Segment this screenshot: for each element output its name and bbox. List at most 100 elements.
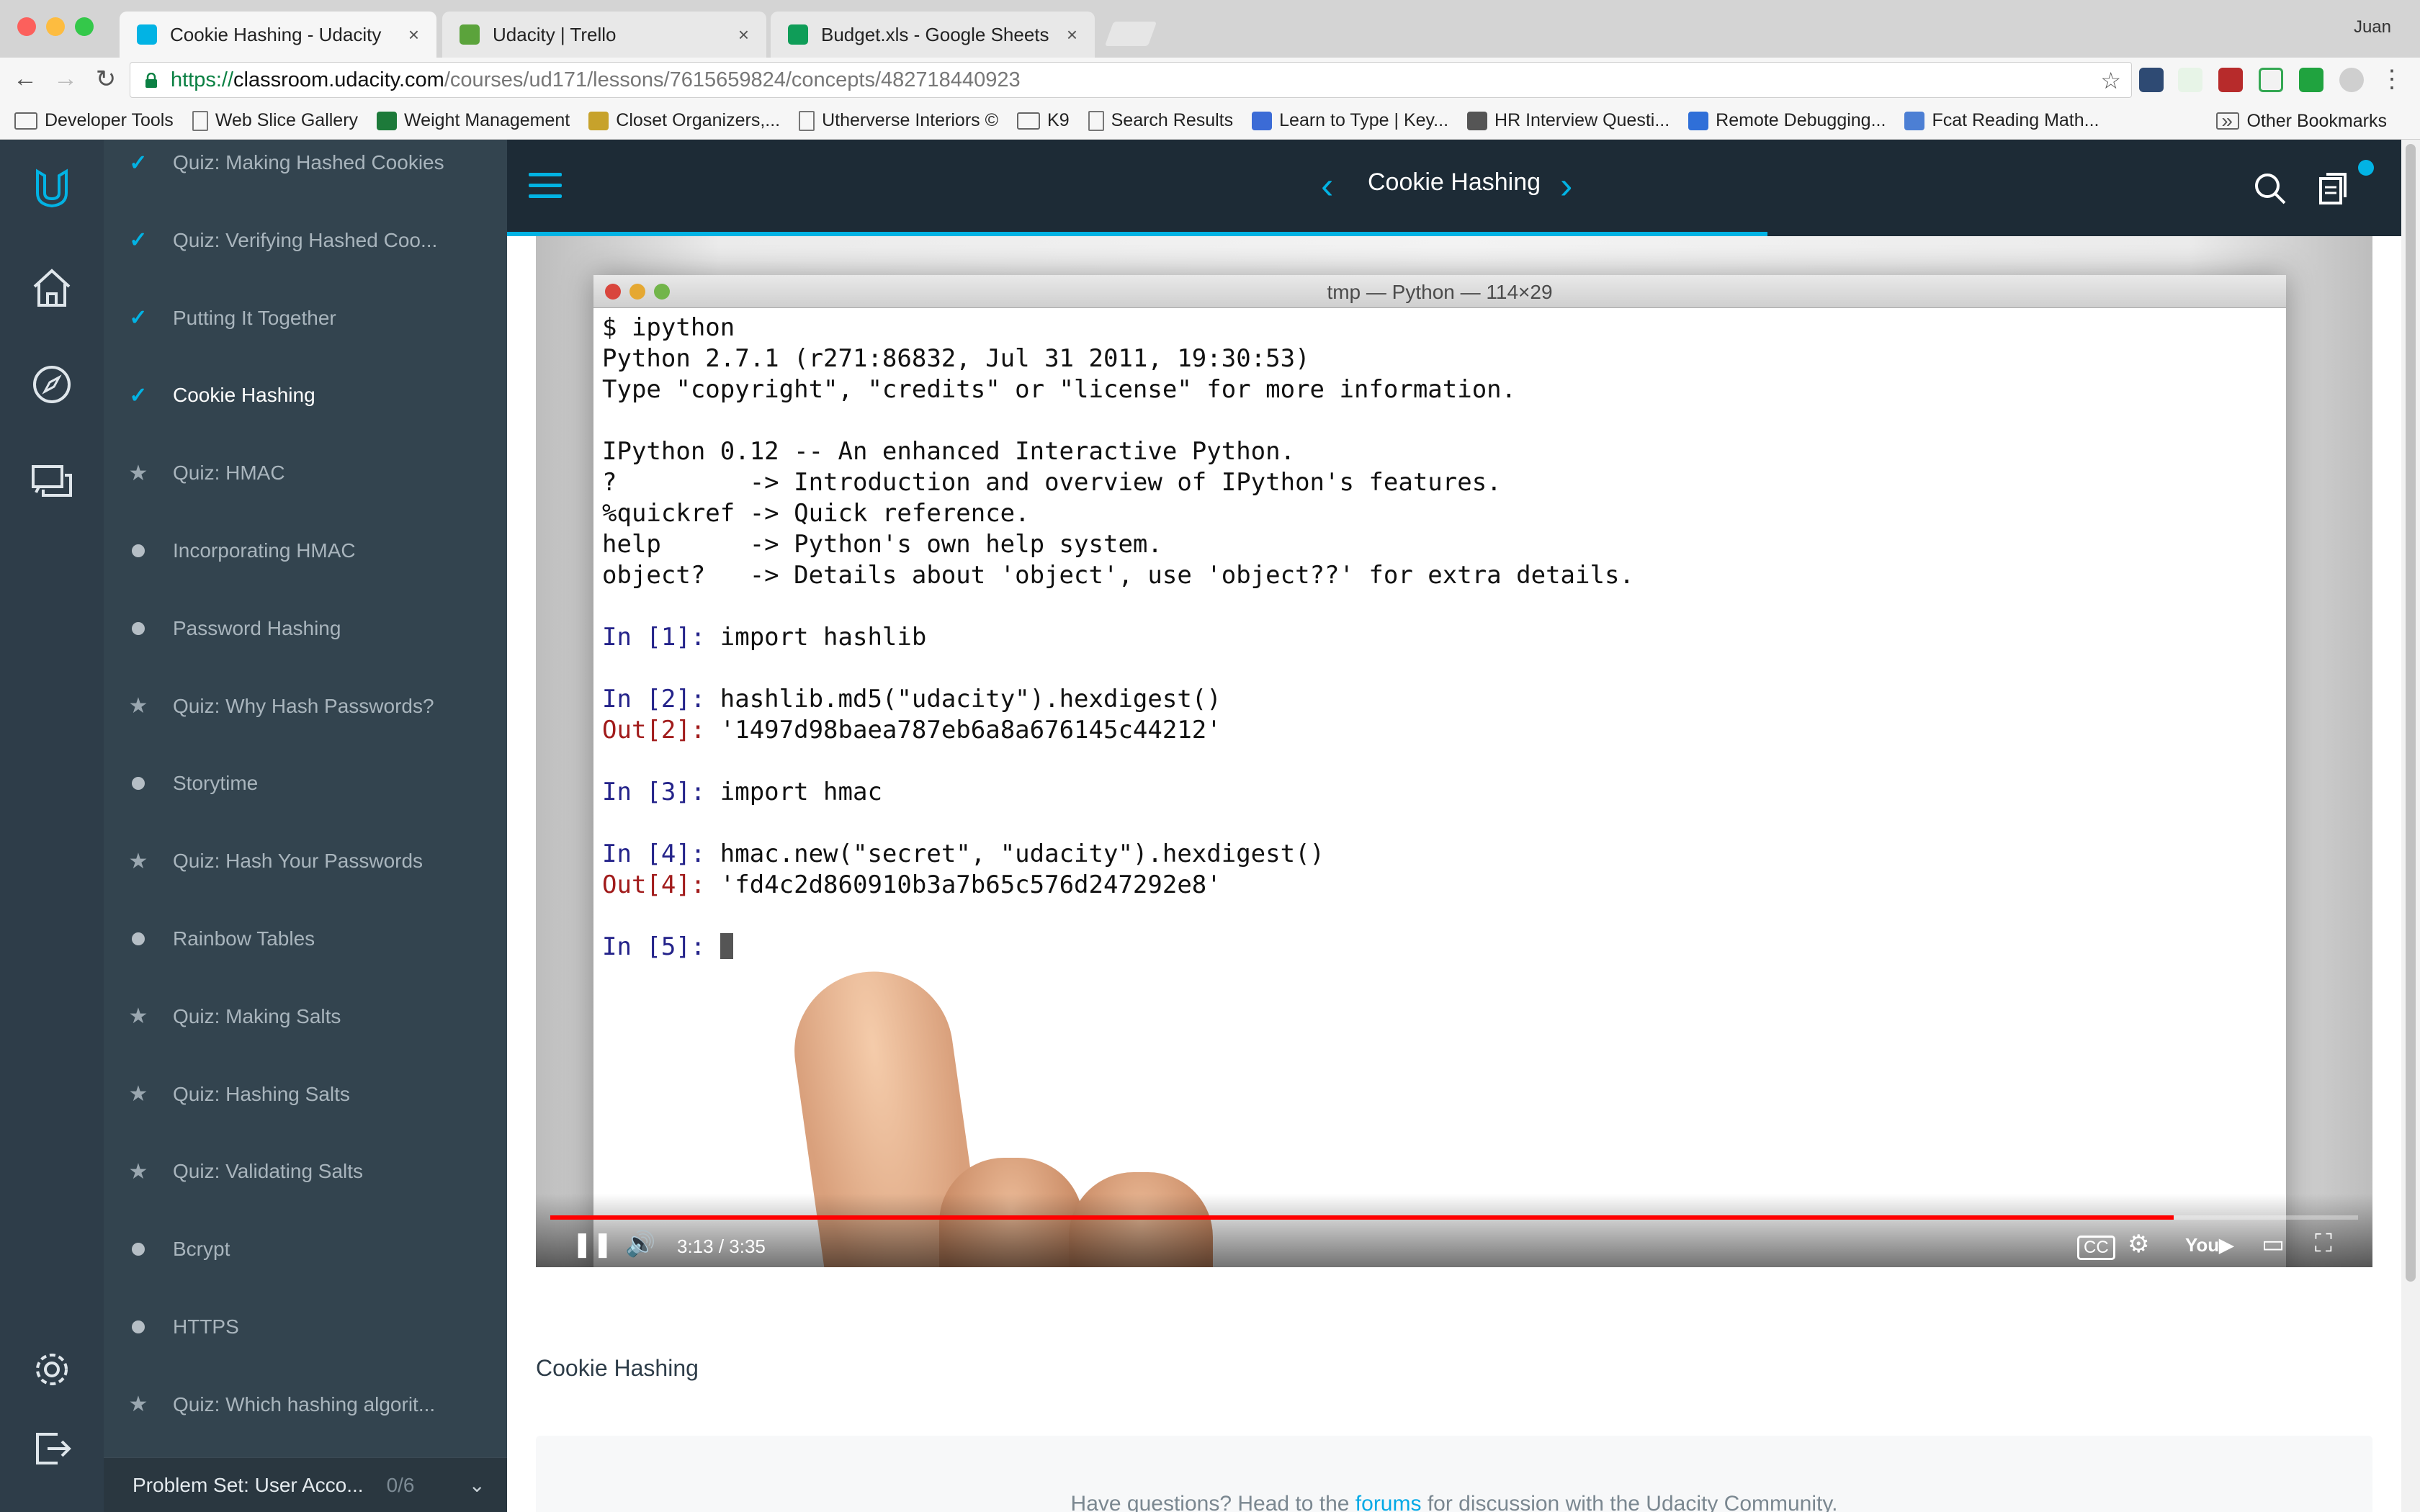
terminal-text: %quickref -> Quick reference. xyxy=(602,499,1030,528)
notification-dot xyxy=(2358,160,2374,176)
checkmark-icon: ✓ xyxy=(129,306,148,330)
bookmark-item[interactable]: Developer Tools xyxy=(14,110,174,131)
lesson-item[interactable]: ✓ Quiz: Verifying Hashed Coo... xyxy=(104,202,507,279)
video-scrubber[interactable] xyxy=(550,1215,2358,1220)
lesson-item[interactable]: Password Hashing xyxy=(104,590,507,667)
concept-dot-icon xyxy=(104,771,173,796)
lesson-title: Cookie Hashing xyxy=(173,384,315,407)
lesson-title: Quiz: Which hashing algorit... xyxy=(173,1392,436,1416)
site-favicon-icon xyxy=(1467,111,1488,130)
lesson-item[interactable]: ★ Quiz: Why Hash Passwords? xyxy=(104,667,507,745)
lesson-item[interactable]: ★ Quiz: Making Salts xyxy=(104,978,507,1056)
fullscreen-icon[interactable]: ⛶ xyxy=(2315,1230,2332,1258)
tab-close-icon[interactable]: × xyxy=(398,24,419,46)
browser-tab[interactable]: Udacity | Trello × xyxy=(442,12,766,58)
lesson-item[interactable]: Storytime xyxy=(104,744,507,822)
lesson-title: Rainbow Tables xyxy=(173,927,315,950)
forums-link[interactable]: forums xyxy=(1355,1492,1422,1512)
site-favicon-icon xyxy=(377,111,398,130)
page-icon xyxy=(799,110,815,131)
search-icon[interactable] xyxy=(2250,168,2290,209)
sheets-beta-extension-icon[interactable] xyxy=(2299,68,2323,92)
new-tab-button[interactable] xyxy=(1104,22,1157,46)
analytics-extension-icon[interactable] xyxy=(2259,68,2283,92)
chat-icon[interactable] xyxy=(26,455,78,507)
cast-icon[interactable]: ▭ xyxy=(2262,1230,2285,1259)
tab-close-icon[interactable]: × xyxy=(728,24,749,46)
bookmark-item[interactable]: Learn to Type | Key... xyxy=(1252,110,1448,131)
compass-icon[interactable] xyxy=(26,359,78,410)
page-scrollbar-thumb[interactable] xyxy=(2406,144,2416,1282)
browser-tab[interactable]: Cookie Hashing - Udacity × xyxy=(120,12,436,58)
udacity-extension-icon[interactable] xyxy=(2139,68,2164,92)
page-scrollbar[interactable] xyxy=(2401,140,2420,1512)
lesson-item[interactable]: ★ Quiz: Hash Your Passwords xyxy=(104,822,507,900)
bookmark-item[interactable]: Closet Organizers,... xyxy=(588,110,780,131)
bookmark-label: Weight Management xyxy=(404,110,570,130)
lesson-item[interactable]: ✓ Putting It Together xyxy=(104,279,507,357)
pause-icon[interactable]: ❚❚ xyxy=(572,1230,613,1259)
lesson-item[interactable]: ★ Quiz: HMAC xyxy=(104,434,507,512)
evernote-extension-icon[interactable] xyxy=(2218,68,2243,92)
home-icon[interactable] xyxy=(26,262,78,314)
concept-title: Cookie Hashing xyxy=(1367,168,1541,196)
tab-close-icon[interactable]: × xyxy=(1057,24,1077,46)
settings-hd-icon[interactable]: ⚙ xyxy=(2128,1230,2149,1259)
logout-icon[interactable] xyxy=(26,1423,78,1475)
bookmark-item[interactable]: HR Interview Questi... xyxy=(1467,110,1670,131)
lesson-item[interactable]: ★ Quiz: Validating Salts xyxy=(104,1133,507,1210)
lesson-item[interactable]: ★ Quiz: Hashing Salts xyxy=(104,1056,507,1133)
back-icon[interactable]: ← xyxy=(10,65,40,93)
lesson-title: Quiz: Hash Your Passwords xyxy=(173,850,424,873)
concept-dot-icon xyxy=(104,927,173,951)
zoom-window-button[interactable] xyxy=(75,17,94,36)
bookmark-item[interactable]: Utherverse Interiors © xyxy=(799,110,998,131)
shield-extension-icon[interactable] xyxy=(2339,68,2364,92)
lesson-item[interactable]: Bcrypt xyxy=(104,1210,507,1288)
next-concept-icon[interactable]: › xyxy=(1560,164,1572,207)
address-bar[interactable]: https://classroom.udacity.com/courses/ud… xyxy=(130,62,2132,98)
lesson-item[interactable]: ✓ Cookie Hashing xyxy=(104,356,507,434)
terminal-text: '1497d98baea787eb6a8a676145c44212' xyxy=(705,716,1222,744)
lesson-title: Quiz: Hashing Salts xyxy=(173,1082,350,1105)
lesson-item[interactable]: Rainbow Tables xyxy=(104,900,507,978)
browser-menu-icon[interactable]: ⋮ xyxy=(2377,65,2407,94)
captions-icon[interactable]: CC xyxy=(2077,1236,2115,1260)
other-bookmarks-folder[interactable]: Other Bookmarks xyxy=(2216,102,2387,140)
bookmark-star-icon[interactable]: ☆ xyxy=(2100,67,2121,94)
reload-icon[interactable]: ↻ xyxy=(91,65,121,94)
bookmark-item[interactable]: Fcat Reading Math... xyxy=(1904,110,2099,131)
resources-icon[interactable] xyxy=(2313,168,2354,209)
volume-icon[interactable]: 🔊 xyxy=(625,1230,655,1259)
checkmark-icon: ✓ xyxy=(129,228,148,253)
browser-tab[interactable]: Budget.xls - Google Sheets × xyxy=(771,12,1095,58)
lesson-item[interactable]: Incorporating HMAC xyxy=(104,512,507,590)
terminal-titlebar: tmp — Python — 114×29 xyxy=(593,275,2286,308)
profile-name[interactable]: Juan xyxy=(2354,17,2391,37)
terminal-line: Python 2.7.1 (r271:86832, Jul 31 2011, 1… xyxy=(602,343,1634,374)
forward-icon[interactable]: → xyxy=(50,65,81,93)
quiz-star-icon: ★ xyxy=(128,849,148,873)
settings-gear-icon[interactable] xyxy=(26,1344,78,1395)
terminal-text: ? -> Introduction and overview of IPytho… xyxy=(602,468,1502,497)
lesson-item[interactable]: ★ Quiz: Which hashing algorit... xyxy=(104,1366,507,1444)
terminal-line: In [1]: import hashlib xyxy=(602,622,1634,653)
close-window-button[interactable] xyxy=(17,17,36,36)
page-icon xyxy=(1088,110,1104,131)
bookmark-item[interactable]: Weight Management xyxy=(377,110,570,131)
youtube-logo-icon[interactable]: You▶ xyxy=(2185,1234,2233,1256)
feedly-extension-icon[interactable] xyxy=(2178,68,2202,92)
lesson-item[interactable]: ✓ Quiz: Making Hashed Cookies xyxy=(104,140,507,202)
video-player[interactable]: tmp — Python — 114×29 $ ipython Python 2.… xyxy=(536,236,2372,1267)
bookmark-item[interactable]: Web Slice Gallery xyxy=(192,110,358,131)
bookmark-item[interactable]: Search Results xyxy=(1088,110,1233,131)
other-bookmarks-label: Other Bookmarks xyxy=(2246,110,2387,131)
minimize-window-button[interactable] xyxy=(46,17,65,36)
quiz-star-icon: ★ xyxy=(128,1159,148,1184)
udacity-logo-icon[interactable] xyxy=(26,161,78,213)
bookmark-item[interactable]: Remote Debugging... xyxy=(1688,110,1886,131)
problem-set-section[interactable]: Problem Set: User Acco... 0/6 ⌄ xyxy=(104,1457,507,1512)
lesson-item[interactable]: HTTPS xyxy=(104,1288,507,1366)
bookmark-item[interactable]: K9 xyxy=(1017,110,1070,131)
